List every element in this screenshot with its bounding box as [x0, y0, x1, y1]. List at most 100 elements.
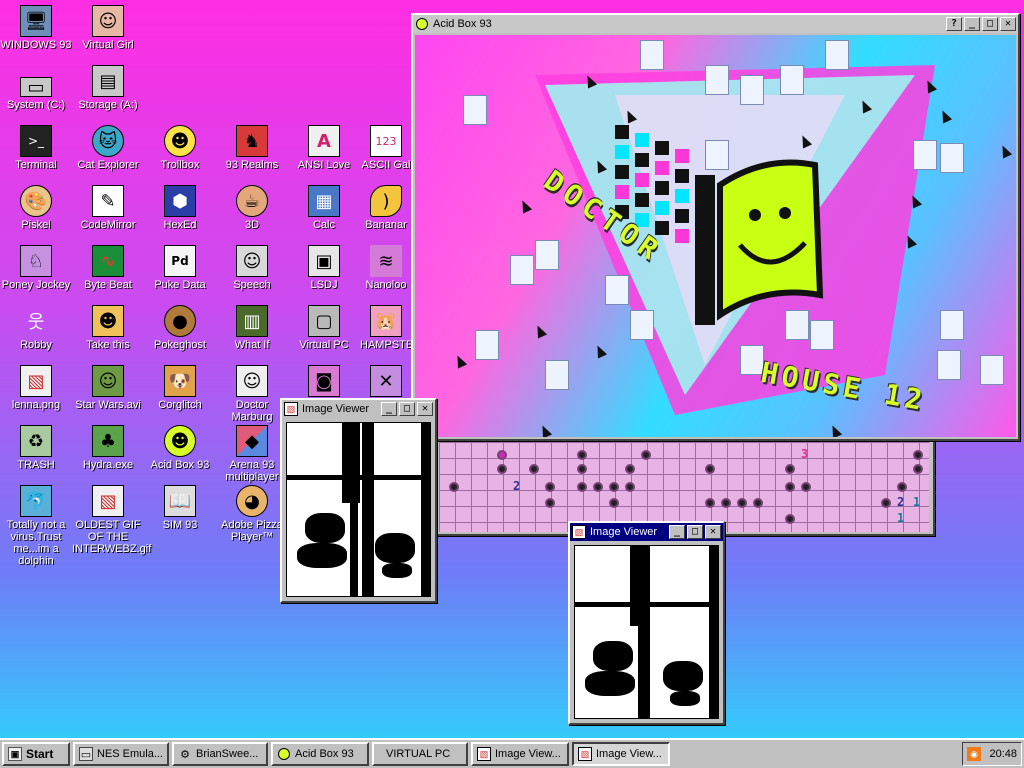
- rss-icon[interactable]: ◉: [967, 747, 981, 761]
- mine-cell[interactable]: [737, 498, 747, 508]
- desktop-icon-robot[interactable]: ◙: [288, 365, 360, 399]
- taskbar-button-acid-box[interactable]: Acid Box 93: [271, 742, 369, 766]
- minefield[interactable]: 3 2 2 1 1: [439, 442, 929, 532]
- desktop-icon-lenna[interactable]: ▧ lenna.png: [0, 365, 72, 411]
- mine-cell[interactable]: [593, 482, 603, 492]
- maximize-button[interactable]: □: [687, 525, 703, 539]
- minimize-button[interactable]: _: [669, 525, 685, 539]
- desktop-icon-byte-beat[interactable]: ∿ Byte Beat: [72, 245, 144, 291]
- mine-cell[interactable]: [577, 482, 587, 492]
- mine-cell[interactable]: [497, 450, 507, 460]
- desktop-icon-cat-explorer[interactable]: 🐱 Cat Explorer: [72, 125, 144, 171]
- desktop-icon-robby[interactable]: 웃 Robby: [0, 305, 72, 351]
- desktop-icon-acid-box[interactable]: ☻ Acid Box 93: [144, 425, 216, 471]
- desktop-icon-bananar[interactable]: ) Bananar: [360, 185, 412, 231]
- mine-cell[interactable]: [705, 498, 715, 508]
- desktop-icon-star-wars[interactable]: ☺ Star Wars.avi: [72, 365, 144, 411]
- desktop-icon-storage-a[interactable]: ▤ Storage (A:): [72, 65, 144, 111]
- image-viewer-window-1[interactable]: ▧ Image Viewer _ □ ✕: [280, 398, 437, 603]
- mine-cell[interactable]: [625, 464, 635, 474]
- mine-cell[interactable]: [785, 464, 795, 474]
- desktop-icon-doctor-marburg[interactable]: ☺ Doctor Marburg: [216, 365, 288, 423]
- desktop-icon-corglitch[interactable]: 🐶 Corglitch: [144, 365, 216, 411]
- minimize-button[interactable]: _: [381, 402, 397, 416]
- desktop-icon-virtual-pc[interactable]: ▢ Virtual PC: [288, 305, 360, 351]
- maximize-button[interactable]: □: [399, 402, 415, 416]
- desktop-icon-oldest-gif[interactable]: ▧ OLDEST GIF OF THE INTERWEBZ.gif: [72, 485, 151, 555]
- desktop-icon-take-this[interactable]: ☻ Take this: [72, 305, 144, 351]
- mine-cell[interactable]: [641, 450, 651, 460]
- desktop-icon-pizza-player[interactable]: ◕ Adobe Pizza Player™: [216, 485, 288, 543]
- desktop-icon-codemirror[interactable]: ✎ CodeMirror: [72, 185, 144, 231]
- desktop-icon-speech[interactable]: ☺ Speech: [216, 245, 288, 291]
- desktop-icon-virtual-girl[interactable]: ☺ Virtual Girl: [72, 5, 144, 51]
- taskbar-button-image-viewer-1[interactable]: ▧ Image View...: [471, 742, 569, 766]
- desktop-icon-3d[interactable]: ☕ 3D: [216, 185, 288, 231]
- mine-cell[interactable]: [785, 482, 795, 492]
- desktop-icon-sim93[interactable]: 📖 SIM 93: [144, 485, 216, 531]
- desktop-icon-arena-93[interactable]: ◆ Arena 93 multiplayer: [216, 425, 288, 483]
- desktop-icon-system-c[interactable]: ▭ System (C:): [0, 65, 72, 112]
- mine-cell[interactable]: [609, 482, 619, 492]
- image-viewer-window-2[interactable]: ▧ Image Viewer _ □ ✕: [568, 521, 725, 725]
- mine-cell[interactable]: [785, 514, 795, 524]
- maximize-button[interactable]: □: [982, 17, 998, 31]
- desktop-icon-what-if[interactable]: ▥ What If: [216, 305, 288, 351]
- mine-cell[interactable]: [721, 498, 731, 508]
- desktop-icon-nanoloo[interactable]: ≋ Nanoloo: [360, 245, 412, 291]
- desktop-icon-puke-data[interactable]: Pd Puke Data: [144, 245, 216, 291]
- desktop-icon-ascii-gal[interactable]: 123 ASCII Gal: [360, 125, 412, 171]
- desktop-icon-terminal[interactable]: >_ Terminal: [0, 125, 72, 171]
- mine-cell[interactable]: [753, 498, 763, 508]
- mine-cell[interactable]: [545, 482, 555, 492]
- desktop-icon-trash[interactable]: ♻ TRASH: [0, 425, 72, 471]
- image-viewer-titlebar[interactable]: ▧ Image Viewer _ □ ✕: [570, 523, 723, 541]
- mine-cell[interactable]: [913, 450, 923, 460]
- desktop-icon-calc[interactable]: ▦ Calc: [288, 185, 360, 231]
- desktop-icon-poney-jockey[interactable]: ♘ Poney Jockey: [0, 245, 72, 291]
- desktop-icon-hampster[interactable]: 🐹 HAMPSTER: [360, 305, 412, 351]
- desktop-icon-93-realms[interactable]: ♞ 93 Realms: [216, 125, 288, 171]
- image-viewer-titlebar[interactable]: ▧ Image Viewer _ □ ✕: [282, 400, 435, 418]
- mine-cell[interactable]: [497, 464, 507, 474]
- mine-cell[interactable]: [577, 464, 587, 474]
- mine-cell[interactable]: [801, 482, 811, 492]
- desktop-icon-pokeghost[interactable]: ● Pokeghost: [144, 305, 216, 351]
- desktop-icon-trollbox[interactable]: ☻ Trollbox: [144, 125, 216, 171]
- acid-box-titlebar[interactable]: Acid Box 93 ? _ □ ✕: [413, 15, 1018, 33]
- mine-cell[interactable]: [897, 482, 907, 492]
- smiley-icon: [277, 747, 291, 761]
- taskbar-button-brian[interactable]: ⚙ BrianSwee...: [172, 742, 268, 766]
- mine-cell[interactable]: [545, 498, 555, 508]
- acid-box-canvas[interactable]: DOCTOR HOUSE 12: [415, 35, 1016, 437]
- acid-box-window[interactable]: Acid Box 93 ? _ □ ✕ DOCTOR HOUSE 12: [411, 13, 1020, 441]
- desktop-icon-piskel[interactable]: 🎨 Piskel: [0, 185, 72, 231]
- desktop-icon-hydra[interactable]: ♣ Hydra.exe: [72, 425, 144, 471]
- taskbar-button-image-viewer-2[interactable]: ▧ Image View...: [572, 742, 670, 766]
- floating-file-icon: [940, 143, 964, 173]
- mine-cell[interactable]: [529, 464, 539, 474]
- mine-cell[interactable]: [881, 498, 891, 508]
- close-button[interactable]: ✕: [705, 525, 721, 539]
- taskbar-button-nes[interactable]: ▭ NES Emula...: [73, 742, 169, 766]
- start-button[interactable]: ▣ Start: [2, 742, 70, 766]
- floating-file-icon: [535, 240, 559, 270]
- mine-cell[interactable]: [449, 482, 459, 492]
- minimize-button[interactable]: _: [964, 17, 980, 31]
- desktop-icon-dolphin[interactable]: 🐬 Totally not a virus.Trust me...im a do…: [0, 485, 72, 567]
- close-button[interactable]: ✕: [1000, 17, 1016, 31]
- desktop-icon-crossed[interactable]: ✕: [360, 365, 412, 399]
- desktop-icon-lsdj[interactable]: ▣ LSDJ: [288, 245, 360, 291]
- mine-cell[interactable]: [913, 464, 923, 474]
- mine-cell[interactable]: [625, 482, 635, 492]
- close-button[interactable]: ✕: [417, 402, 433, 416]
- mine-cell[interactable]: [577, 450, 587, 460]
- mine-cell[interactable]: [705, 464, 715, 474]
- desktop-icon-windows93[interactable]: 🖥 WINDOWS 93: [0, 5, 72, 51]
- desktop-icon-ansi-love[interactable]: A ANSI Love: [288, 125, 360, 171]
- desktop-icon-hexed[interactable]: ⬢ HexEd: [144, 185, 216, 231]
- doctor-icon: ☺: [236, 365, 268, 397]
- mine-cell[interactable]: [609, 498, 619, 508]
- help-button[interactable]: ?: [946, 17, 962, 31]
- taskbar-button-virtual-pc[interactable]: VIRTUAL PC: [372, 742, 468, 766]
